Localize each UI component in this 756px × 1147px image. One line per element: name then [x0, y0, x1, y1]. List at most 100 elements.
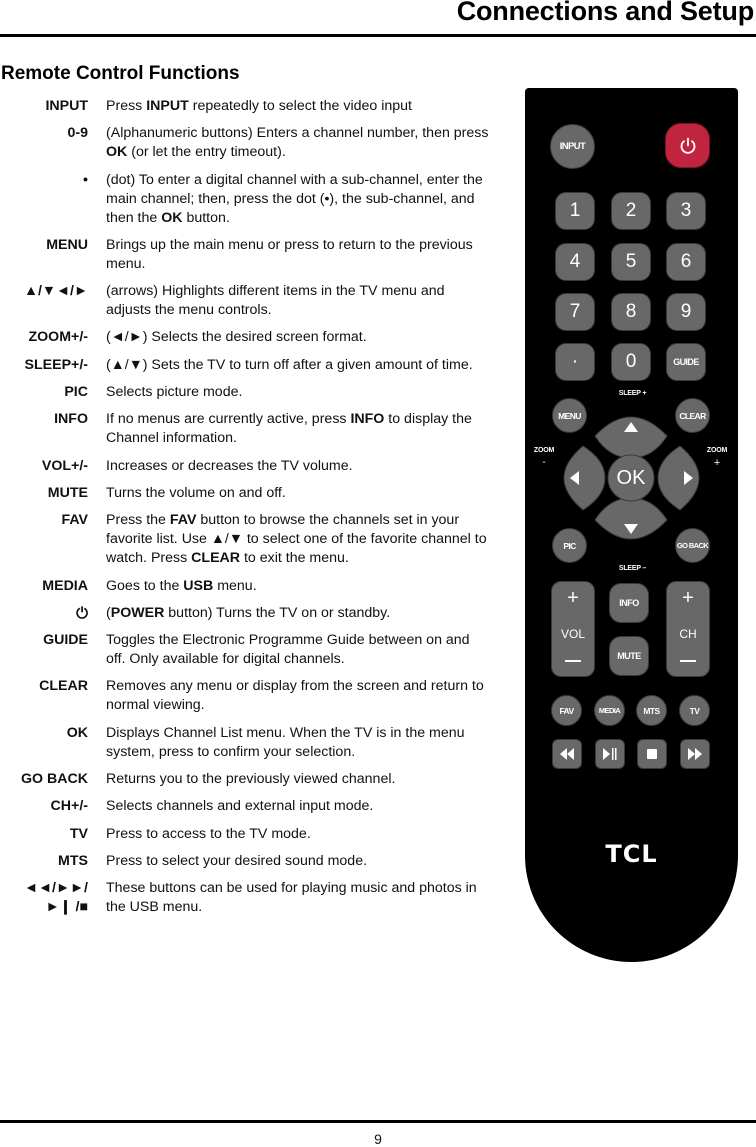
function-description: Press to select your desired sound mode.	[106, 852, 491, 871]
function-description: These buttons can be used for playing mu…	[106, 879, 491, 917]
description-text: Goes to the	[106, 577, 184, 594]
minus-icon	[680, 660, 696, 662]
emphasized-term: CLEAR	[191, 550, 241, 567]
brand-logo: TCL	[605, 840, 658, 868]
function-description: Press INPUT repeatedly to select the vid…	[106, 97, 491, 116]
function-key-label: PIC	[64, 384, 88, 401]
function-description: Press the FAV button to browse the chann…	[106, 511, 491, 568]
remote-volume-rocker: + VOL	[551, 581, 595, 677]
function-row: MUTE Turns the volume on and off.	[0, 484, 500, 503]
function-description: Displays Channel List menu. When the TV …	[106, 724, 491, 762]
function-row: INPUT Press INPUT repeatedly to select th…	[0, 97, 500, 116]
description-text: Selects channels and external input mode…	[106, 798, 374, 815]
function-key-label: FAV	[61, 512, 88, 529]
function-key-label: GUIDE	[43, 632, 88, 649]
remote-zoom-plus-sign: +	[713, 457, 721, 469]
function-key-label: GO BACK	[21, 771, 88, 788]
remote-ok-label: OK	[616, 466, 646, 489]
function-key-label: INPUT	[45, 98, 88, 114]
function-row: TV Press to access to the TV mode.	[0, 825, 500, 844]
function-key-label: MUTE	[47, 484, 88, 501]
description-text: (▲/▼) Sets the TV to turn off after a gi…	[106, 356, 473, 373]
function-description: (dot) To enter a digital channel with a …	[106, 171, 491, 228]
remote-digit-6: 6	[666, 243, 706, 281]
function-key-label: ▲/▼◄/►	[23, 283, 88, 300]
function-row: MEDIA Goes to the USB menu.	[0, 577, 500, 596]
remote-sleep-minus-label: SLEEP –	[618, 565, 647, 572]
play-pause-icon	[603, 748, 617, 760]
rewind-icon	[560, 748, 574, 760]
function-description: Toggles the Electronic Programme Guide b…	[106, 631, 491, 669]
remote-digit-3: 3	[666, 192, 706, 230]
remote-zoom-minus-sign: -	[542, 457, 546, 468]
remote-digit-8: 8	[611, 293, 651, 331]
remote-vol-label: VOL	[560, 627, 585, 641]
function-row: MENU Brings up the main menu or press to …	[0, 236, 500, 274]
fast-forward-icon	[688, 748, 702, 760]
remote-digit-7: 7	[555, 293, 595, 331]
remote-control-illustration: INPUT 1 2 3 4 5 6 7 8 9 · 0 GUIDE SLEEP …	[525, 88, 738, 962]
function-key-label: CLEAR	[39, 678, 88, 695]
function-row: GUIDE Toggles the Electronic Programme Gu…	[0, 631, 500, 669]
description-text: Press to select your desired sound mode.	[106, 852, 368, 869]
function-key-label: INFO	[54, 411, 88, 428]
description-text: Returns you to the previously viewed cha…	[106, 771, 396, 788]
description-text: Increases or decreases the TV volume.	[106, 457, 353, 474]
description-text: Displays Channel List menu. When the TV …	[106, 724, 465, 760]
function-key-label: SLEEP+/-	[24, 356, 88, 373]
remote-mts-button: MTS	[636, 695, 667, 726]
remote-digit-4: 4	[555, 243, 595, 281]
description-text: Selects picture mode.	[106, 384, 243, 401]
remote-dot-button: ·	[555, 343, 595, 381]
page-header-title: Connections and Setup	[456, 0, 755, 26]
function-row: MTS Press to select your desired sound mo…	[0, 852, 500, 871]
plus-icon: +	[567, 587, 579, 609]
stop-icon	[647, 749, 657, 759]
function-description: Removes any menu or display from the scr…	[106, 677, 491, 715]
function-description: Selects picture mode.	[106, 383, 491, 402]
remote-digit-5: 5	[611, 243, 651, 281]
remote-play-pause-button	[595, 739, 625, 769]
description-text: These buttons can be used for playing mu…	[106, 880, 477, 916]
description-text: Toggles the Electronic Programme Guide b…	[106, 632, 470, 668]
remote-go-back-button: GO BACK	[675, 528, 710, 563]
function-row: CLEAR Removes any menu or display from th…	[0, 677, 500, 715]
remote-pic-button: PIC	[552, 528, 587, 563]
emphasized-term: POWER	[110, 604, 165, 621]
remote-input-button: INPUT	[550, 124, 595, 169]
function-key-label: 0-9	[67, 125, 88, 142]
description-text: Press the	[106, 512, 170, 529]
remote-digit-2: 2	[611, 192, 651, 230]
description-text: (◄/►) Selects the desired screen format.	[106, 329, 367, 346]
description-text: (or let the entry timeout).	[127, 144, 286, 161]
function-key-label: MEDIA	[42, 577, 88, 594]
function-description: If no menus are currently active, press …	[106, 410, 491, 448]
function-key-label: ⏻	[76, 604, 88, 622]
function-description: Increases or decreases the TV volume.	[106, 457, 491, 476]
function-key-label: MTS	[58, 852, 88, 869]
function-key-label: OK	[66, 724, 88, 741]
function-row: FAV Press the FAV button to browse the ch…	[0, 511, 500, 568]
remote-stop-button	[637, 739, 667, 769]
function-key-label: CH+/-	[50, 798, 88, 815]
remote-digit-9: 9	[666, 293, 706, 331]
remote-power-button	[665, 123, 710, 168]
emphasized-term: OK	[106, 144, 128, 161]
remote-media-button: MEDIA	[594, 695, 625, 726]
function-description: (POWER button) Turns the TV on or standb…	[106, 604, 491, 623]
remote-mute-button: MUTE	[609, 636, 649, 676]
remote-info-button: INFO	[609, 583, 649, 623]
function-key-label: VOL+/-	[41, 457, 88, 474]
description-text: menu.	[213, 577, 257, 594]
description-text: Brings up the main menu or press to retu…	[106, 236, 473, 272]
function-row: • (dot) To enter a digital channel with a…	[0, 171, 500, 228]
remote-ch-label: CH	[679, 627, 697, 641]
emphasized-term: OK	[161, 209, 183, 226]
header-rule	[0, 34, 756, 37]
function-row: SLEEP+/- (▲/▼) Sets the TV to turn off af…	[0, 356, 500, 375]
description-text: Press to access to the TV mode.	[106, 825, 311, 842]
remote-digit-1: 1	[555, 192, 595, 230]
emphasized-term: USB	[183, 577, 214, 594]
function-description: Turns the volume on and off.	[106, 484, 491, 503]
remote-tv-button: TV	[679, 695, 710, 726]
